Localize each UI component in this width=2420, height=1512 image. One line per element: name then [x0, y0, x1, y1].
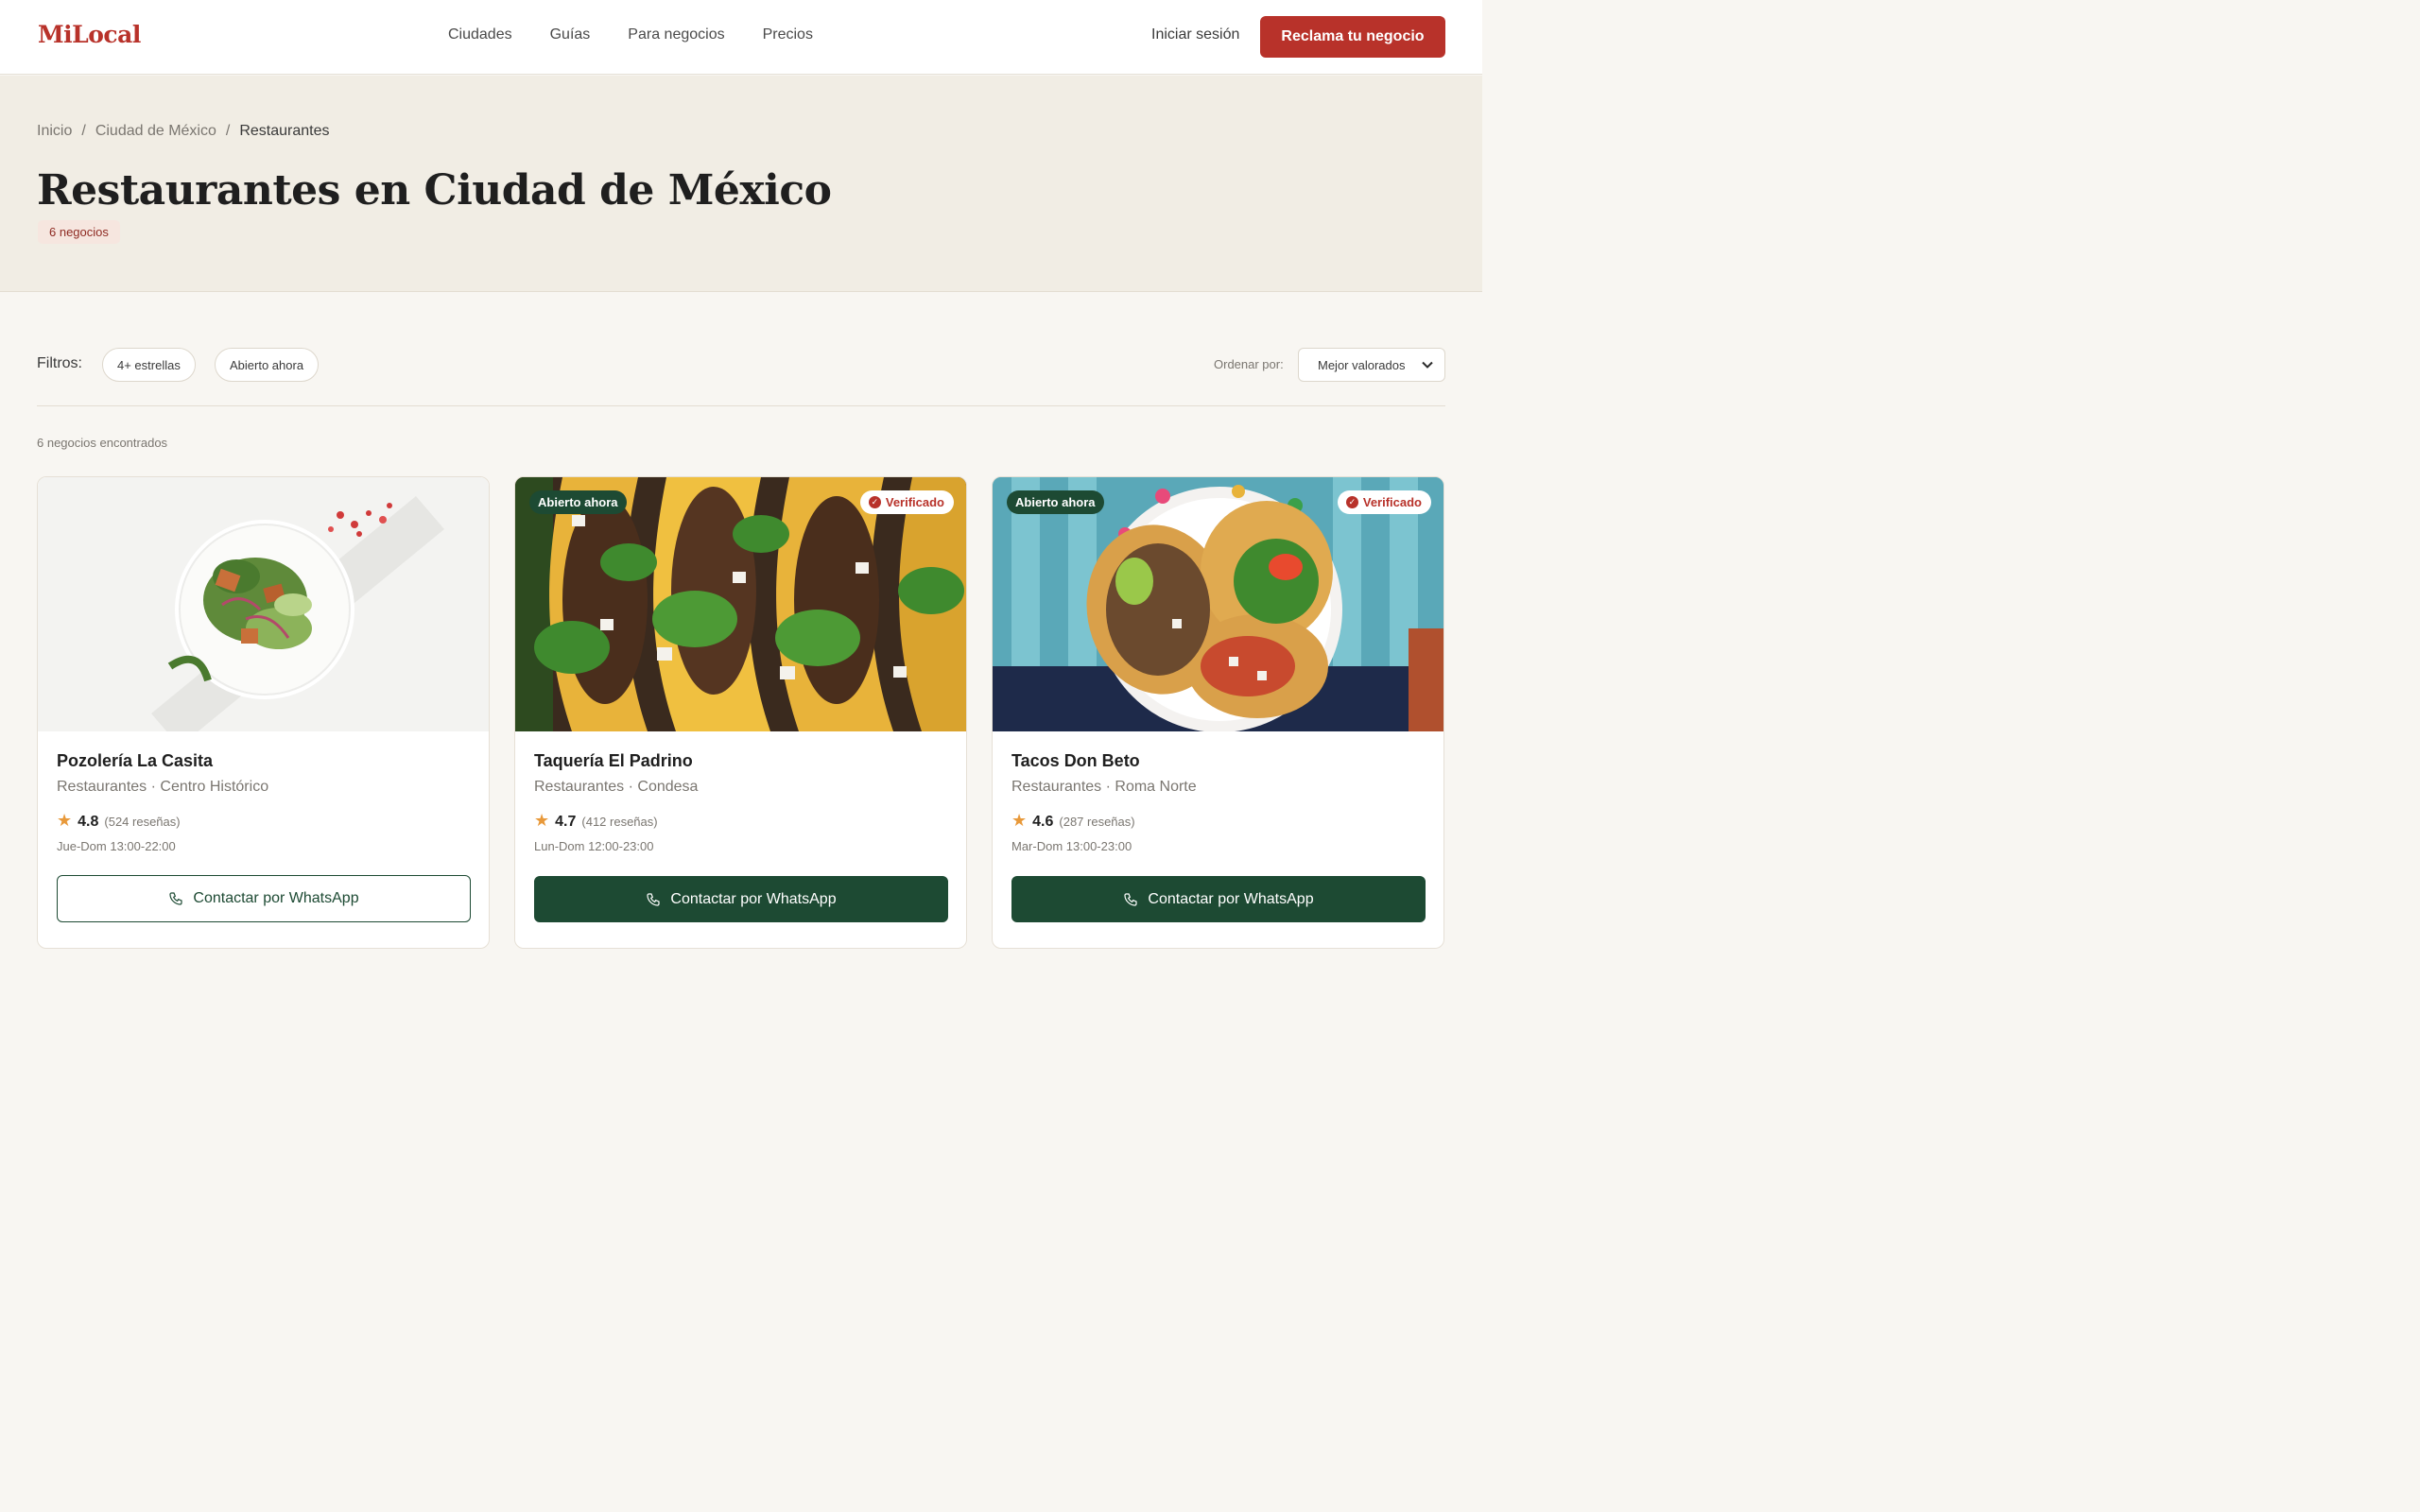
verified-badge: ✓ Verificado [1337, 490, 1431, 514]
open-now-badge: Abierto ahora [1007, 490, 1104, 514]
contact-whatsapp-button[interactable]: Contactar por WhatsApp [534, 876, 948, 922]
business-count-badge: 6 negocios [38, 220, 120, 244]
whatsapp-button-label: Contactar por WhatsApp [1148, 890, 1314, 907]
contact-whatsapp-button[interactable]: Contactar por WhatsApp [57, 875, 471, 922]
category-hero: Inicio / Ciudad de México / Restaurantes… [0, 76, 1482, 292]
phone-icon [1124, 892, 1137, 906]
phone-icon [647, 892, 660, 906]
sort-label: Ordenar por: [1214, 357, 1284, 371]
results-count: 6 negocios encontrados [37, 436, 168, 450]
business-category-location: Restaurantes · Centro Histórico [57, 779, 269, 795]
business-category-location: Restaurantes · Roma Norte [1011, 779, 1197, 795]
whatsapp-button-label: Contactar por WhatsApp [670, 890, 837, 907]
breadcrumb-separator: / [81, 123, 86, 139]
business-card[interactable]: Abierto ahora ✓ Verificado Tacos Don Bet… [992, 476, 1444, 949]
breadcrumb-inicio[interactable]: Inicio [37, 123, 72, 140]
verified-badge-label: Verificado [885, 495, 944, 509]
opening-hours: Mar-Dom 13:00-23:00 [1011, 839, 1132, 853]
rating-value: 4.6 [1032, 814, 1054, 830]
business-card[interactable]: Abierto ahora ✓ Verificado Taquería El P… [514, 476, 967, 949]
top-navigation-bar: MiLocal Ciudades Guías Para negocios Pre… [0, 0, 1482, 75]
business-photo-salad [38, 477, 489, 731]
business-name[interactable]: Pozolería La Casita [57, 751, 213, 771]
milocal-logo[interactable]: MiLocal [38, 21, 141, 48]
star-icon: ★ [57, 811, 73, 830]
rating-row: ★ 4.7 (412 reseñas) [534, 811, 658, 831]
review-count: (524 reseñas) [104, 815, 181, 829]
page-title: Restaurantes en Ciudad de México [37, 166, 832, 215]
business-card[interactable]: Pozolería La Casita Restaurantes · Centr… [37, 476, 490, 949]
filter-chip-4-stars[interactable]: 4+ estrellas [102, 348, 196, 382]
verified-badge-label: Verificado [1362, 495, 1422, 509]
business-category-location: Restaurantes · Condesa [534, 779, 699, 795]
filter-chip-open-now[interactable]: Abierto ahora [215, 348, 320, 382]
business-name[interactable]: Taquería El Padrino [534, 751, 693, 771]
breadcrumb-current: Restaurantes [239, 123, 330, 139]
contact-whatsapp-button[interactable]: Contactar por WhatsApp [1011, 876, 1426, 922]
filters-label: Filtros: [37, 355, 82, 371]
opening-hours: Lun-Dom 12:00-23:00 [534, 839, 654, 853]
filters-divider [37, 405, 1445, 406]
breadcrumb: Inicio / Ciudad de México / Restaurantes [37, 123, 330, 140]
rating-value: 4.8 [78, 814, 99, 830]
breadcrumb-separator: / [225, 123, 231, 139]
main-nav: Ciudades Guías Para negocios Precios [448, 26, 813, 43]
star-icon: ★ [534, 811, 550, 830]
claim-business-button[interactable]: Reclama tu negocio [1260, 16, 1445, 58]
chevron-down-icon [1422, 361, 1433, 369]
rating-value: 4.7 [555, 814, 577, 830]
phone-icon [169, 892, 182, 905]
whatsapp-button-label: Contactar por WhatsApp [193, 890, 359, 906]
verified-badge: ✓ Verificado [859, 490, 954, 514]
opening-hours: Jue-Dom 13:00-22:00 [57, 839, 176, 853]
review-count: (412 reseñas) [581, 815, 658, 829]
sort-select[interactable]: Mejor valorados [1298, 348, 1445, 382]
verified-check-icon: ✓ [1345, 496, 1358, 508]
verified-check-icon: ✓ [868, 496, 881, 508]
rating-row: ★ 4.8 (524 reseñas) [57, 811, 181, 831]
business-name[interactable]: Tacos Don Beto [1011, 751, 1140, 771]
login-link[interactable]: Iniciar sesión [1151, 26, 1239, 43]
review-count: (287 reseñas) [1059, 815, 1135, 829]
star-icon: ★ [1011, 811, 1028, 830]
breadcrumb-ciudad[interactable]: Ciudad de México [95, 123, 216, 140]
nav-link-ciudades[interactable]: Ciudades [448, 26, 512, 43]
open-now-badge: Abierto ahora [529, 490, 627, 514]
nav-link-para-negocios[interactable]: Para negocios [628, 26, 724, 43]
business-photo-plate-tacos: Abierto ahora ✓ Verificado [993, 477, 1443, 731]
business-photo-tacos: Abierto ahora ✓ Verificado [515, 477, 966, 731]
nav-link-precios[interactable]: Precios [763, 26, 813, 43]
sort-selected-value: Mejor valorados [1318, 357, 1406, 372]
nav-link-guias[interactable]: Guías [550, 26, 591, 43]
rating-row: ★ 4.6 (287 reseñas) [1011, 811, 1135, 831]
